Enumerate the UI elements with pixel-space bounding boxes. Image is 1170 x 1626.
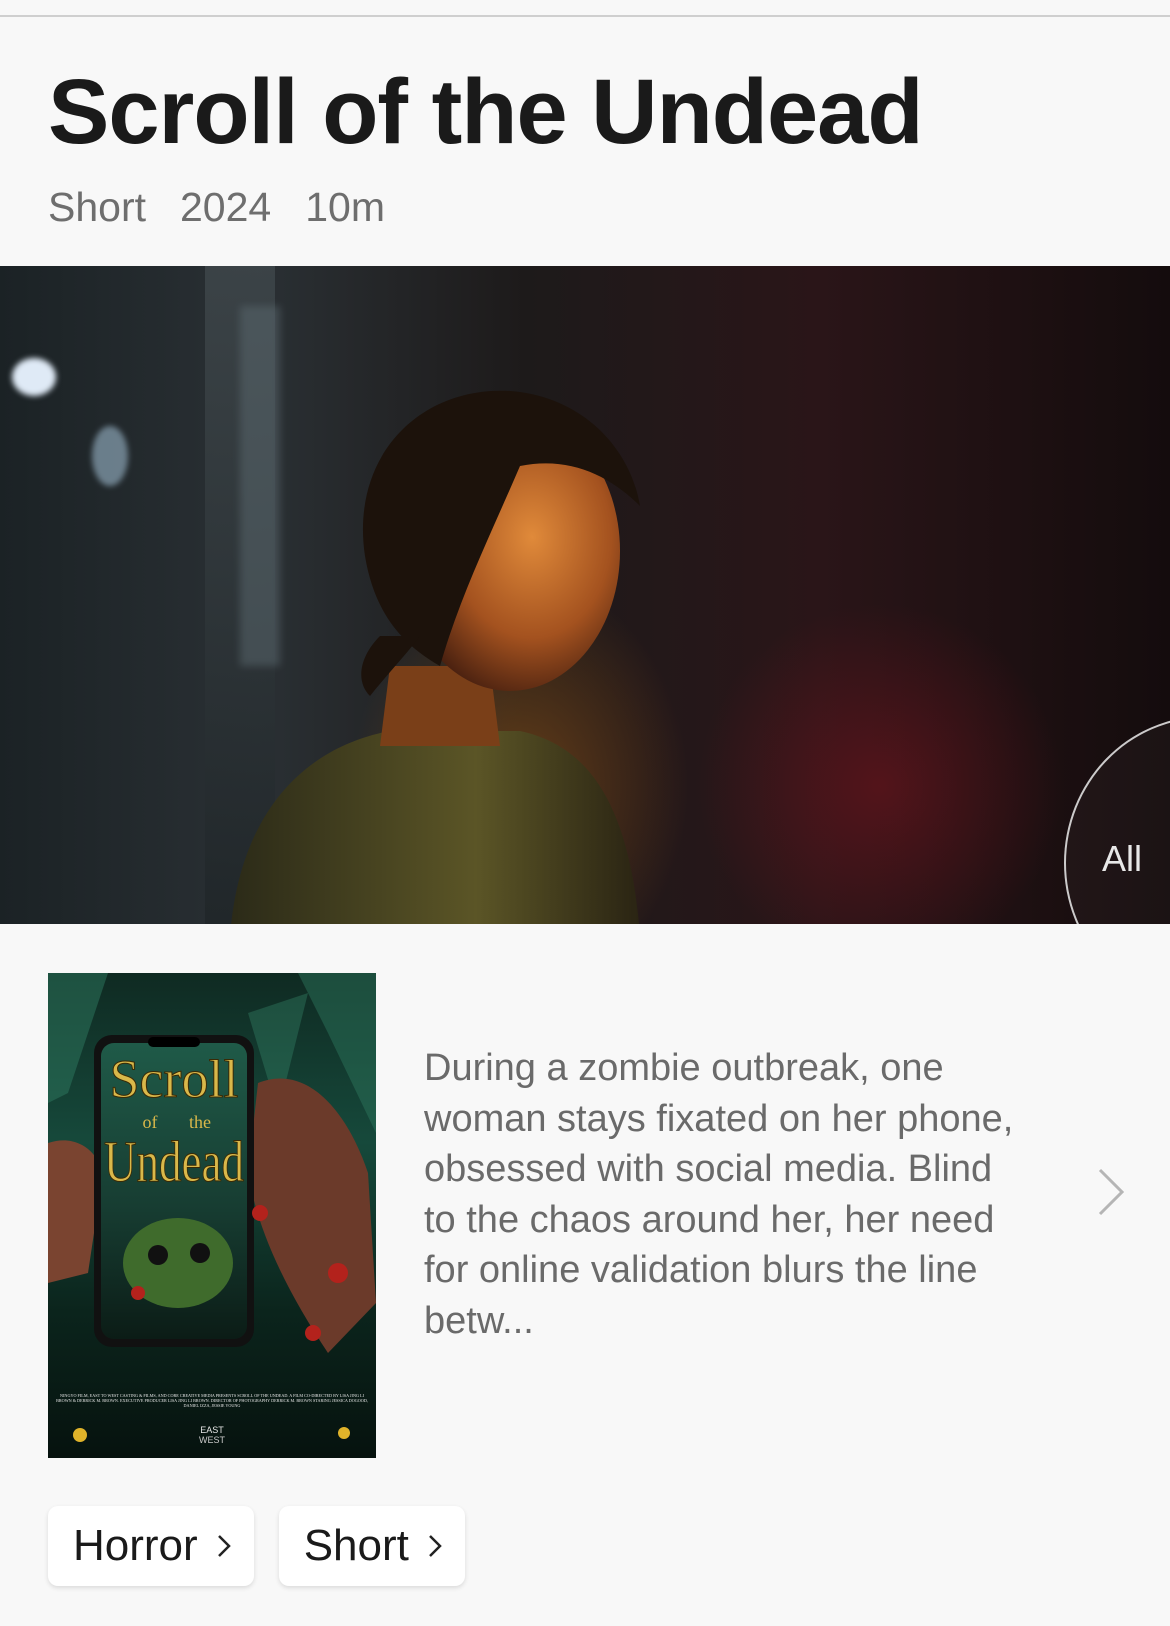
page-title: Scroll of the Undead bbox=[48, 61, 924, 163]
genre-chip-horror[interactable]: Horror bbox=[48, 1506, 254, 1586]
chevron-right-icon bbox=[217, 1535, 231, 1557]
meta-runtime: 10m bbox=[305, 184, 385, 230]
street-light bbox=[12, 358, 56, 396]
genre-chip-label: Short bbox=[303, 1521, 409, 1570]
top-divider bbox=[0, 15, 1170, 17]
poster-title-line1: Scroll bbox=[110, 1049, 239, 1109]
plot-synopsis[interactable]: During a zombie outbreak, one woman stay… bbox=[424, 1043, 1034, 1346]
genre-chip-label: Horror bbox=[73, 1521, 198, 1570]
view-all-label: All bbox=[1102, 838, 1143, 879]
title-header: Scroll of the Undead Short 2024 10m bbox=[48, 60, 1128, 231]
chevron-right-icon bbox=[428, 1535, 442, 1557]
title-meta: Short 2024 10m bbox=[48, 184, 1128, 231]
meta-type: Short bbox=[48, 184, 146, 230]
meta-year: 2024 bbox=[180, 184, 272, 230]
street-light bbox=[92, 426, 128, 486]
studio-logo-icon bbox=[338, 1427, 350, 1439]
movie-poster[interactable]: Scroll of the Undead NINGYO FILM, EAST T… bbox=[48, 973, 376, 1458]
actor-illustration bbox=[231, 390, 640, 924]
chevron-right-icon[interactable] bbox=[1096, 1167, 1126, 1217]
studio-logo-icon bbox=[73, 1428, 87, 1442]
genre-chips: Horror Short bbox=[48, 1506, 465, 1586]
genre-chip-short[interactable]: Short bbox=[278, 1506, 465, 1586]
poster-title-line2: Undead bbox=[104, 1129, 244, 1194]
poster-credits: NINGYO FILM, EAST TO WEST CASTING & FILM… bbox=[56, 1393, 368, 1408]
poster-artwork: Scroll of the Undead NINGYO FILM, EAST T… bbox=[48, 973, 376, 1445]
hero-image[interactable]: All bbox=[0, 266, 1170, 924]
poster-logo-line1: EAST bbox=[200, 1425, 224, 1435]
view-all-photos-button[interactable]: All bbox=[1064, 716, 1170, 924]
poster-logo-line2: WEST bbox=[199, 1435, 226, 1445]
